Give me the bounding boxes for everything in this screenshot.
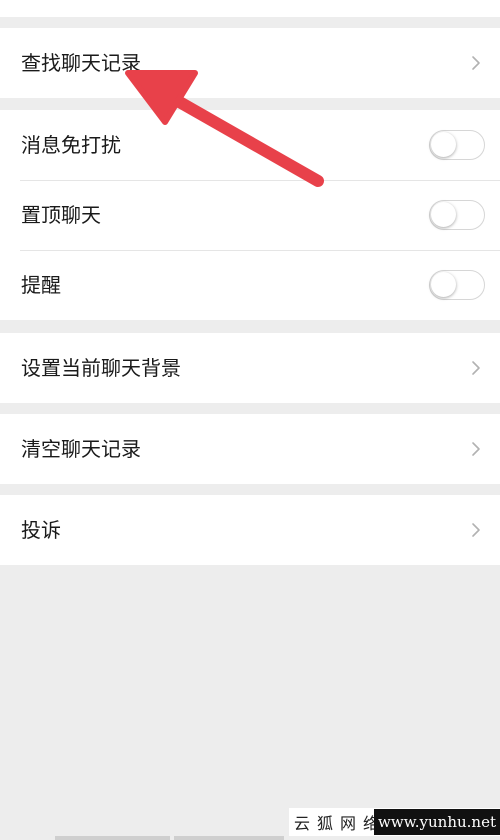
complain-label: 投诉 <box>21 518 61 542</box>
sticky-on-top-item: 置顶聊天 <box>0 180 500 250</box>
sticky-on-top-toggle[interactable] <box>429 200 485 230</box>
chevron-right-icon <box>472 361 480 375</box>
settings-group-toggles: 消息免打扰 置顶聊天 提醒 <box>0 110 500 320</box>
toggle-knob <box>431 202 456 227</box>
settings-group-complain: 投诉 <box>0 495 500 565</box>
complain-item[interactable]: 投诉 <box>0 495 500 565</box>
set-chat-background-label: 设置当前聊天背景 <box>21 356 181 380</box>
previous-section-strip <box>0 0 500 17</box>
toggle-knob <box>431 272 456 297</box>
search-chat-history-item[interactable]: 查找聊天记录 <box>0 28 500 98</box>
settings-group-background: 设置当前聊天背景 <box>0 333 500 403</box>
mute-notifications-label: 消息免打扰 <box>21 133 121 157</box>
mute-notifications-item: 消息免打扰 <box>0 110 500 180</box>
reminder-label: 提醒 <box>21 273 61 297</box>
reminder-item: 提醒 <box>0 250 500 320</box>
settings-group-search: 查找聊天记录 <box>0 28 500 98</box>
reminder-toggle[interactable] <box>429 270 485 300</box>
watermark-site-name: 云狐网络 <box>294 814 387 833</box>
watermark-url: www.yunhu.net <box>374 809 500 835</box>
mute-notifications-toggle[interactable] <box>429 130 485 160</box>
clear-chat-history-label: 清空聊天记录 <box>21 437 141 461</box>
chevron-right-icon <box>472 442 480 456</box>
clear-chat-history-item[interactable]: 清空聊天记录 <box>0 414 500 484</box>
set-chat-background-item[interactable]: 设置当前聊天背景 <box>0 333 500 403</box>
settings-group-clear: 清空聊天记录 <box>0 414 500 484</box>
search-chat-history-label: 查找聊天记录 <box>21 51 141 75</box>
toggle-knob <box>431 132 456 157</box>
sticky-on-top-label: 置顶聊天 <box>21 203 101 227</box>
chevron-right-icon <box>472 523 480 537</box>
watermark: 云狐网络 www.yunhu.net <box>289 808 500 836</box>
chevron-right-icon <box>472 56 480 70</box>
